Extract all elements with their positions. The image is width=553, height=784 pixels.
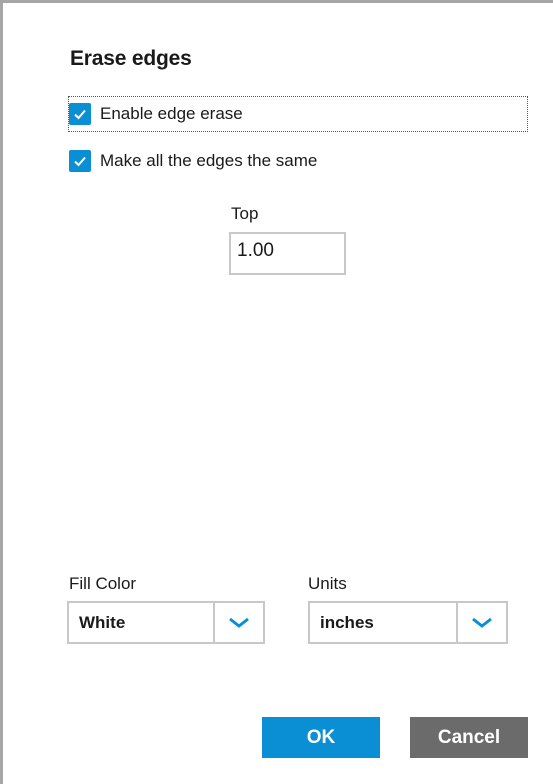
- fill-color-value: White: [79, 612, 126, 632]
- top-label: Top: [231, 204, 259, 223]
- enable-edge-erase-checkbox[interactable]: [69, 103, 91, 125]
- chevron-down-icon: [472, 617, 492, 628]
- same-edges-checkbox[interactable]: [69, 150, 91, 172]
- fill-color-dropdown-button[interactable]: [213, 603, 263, 642]
- fill-color-select[interactable]: White: [67, 601, 265, 644]
- units-dropdown-button[interactable]: [456, 603, 506, 642]
- top-input[interactable]: 1.00: [229, 232, 346, 275]
- same-edges-row[interactable]: Make all the edges the same: [69, 149, 317, 173]
- chevron-down-icon: [229, 617, 249, 628]
- units-select[interactable]: inches: [308, 601, 508, 644]
- enable-edge-erase-label: Enable edge erase: [100, 104, 243, 123]
- dialog-title: Erase edges: [70, 47, 192, 70]
- checkmark-icon: [74, 156, 86, 167]
- erase-edges-dialog: Erase edges Enable edge erase Make all t…: [0, 0, 553, 784]
- ok-button[interactable]: OK: [262, 717, 380, 758]
- enable-edge-erase-row[interactable]: Enable edge erase: [68, 96, 528, 132]
- cancel-button[interactable]: Cancel: [410, 717, 528, 758]
- units-value: inches: [320, 612, 374, 632]
- fill-color-label: Fill Color: [69, 574, 137, 593]
- checkmark-icon: [74, 109, 86, 120]
- same-edges-label: Make all the edges the same: [100, 151, 318, 170]
- units-label: Units: [308, 574, 347, 593]
